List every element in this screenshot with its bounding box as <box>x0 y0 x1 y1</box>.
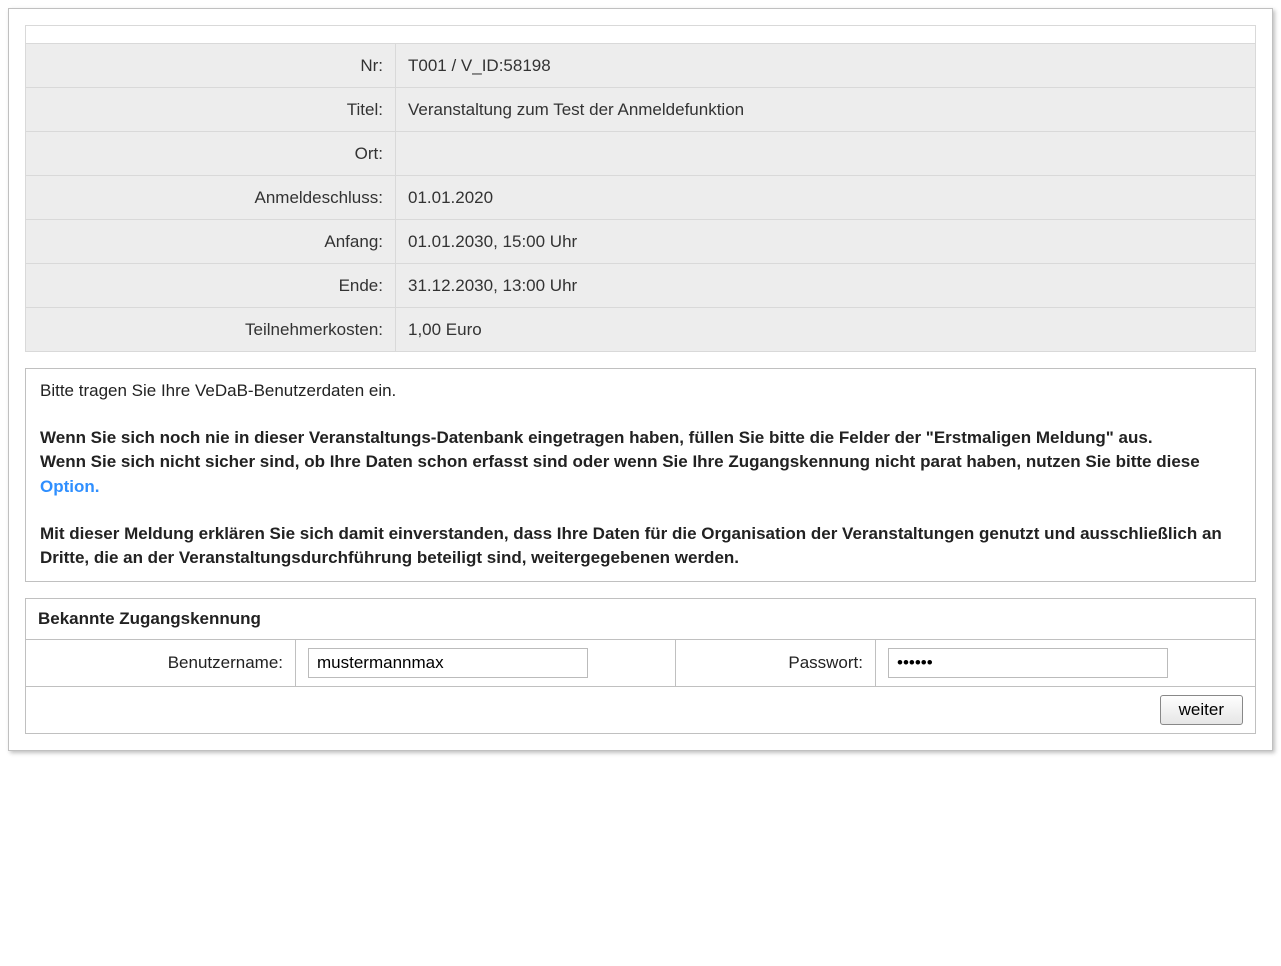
label-ort: Ort: <box>26 132 396 176</box>
value-anfang: 01.01.2030, 15:00 Uhr <box>396 220 1256 264</box>
info-para2-pre: Wenn Sie sich nicht sicher sind, ob Ihre… <box>40 452 1200 471</box>
label-nr: Nr: <box>26 44 396 88</box>
password-input[interactable] <box>888 648 1168 678</box>
weiter-button[interactable]: weiter <box>1160 695 1243 725</box>
value-anmeldeschluss: 01.01.2020 <box>396 176 1256 220</box>
info-intro: Bitte tragen Sie Ihre VeDaB-Benutzerdate… <box>40 379 1241 404</box>
value-teilnehmerkosten: 1,00 Euro <box>396 308 1256 352</box>
value-titel: Veranstaltung zum Test der Anmeldefunkti… <box>396 88 1256 132</box>
login-section-title: Bekannte Zugangskennung <box>26 598 1256 639</box>
label-titel: Titel: <box>26 88 396 132</box>
value-ort <box>396 132 1256 176</box>
label-password: Passwort: <box>676 639 876 686</box>
value-nr: T001 / V_ID:58198 <box>396 44 1256 88</box>
label-teilnehmerkosten: Teilnehmerkosten: <box>26 308 396 352</box>
label-anmeldeschluss: Anmeldeschluss: <box>26 176 396 220</box>
login-table: Bekannte Zugangskennung Benutzername: Pa… <box>25 598 1256 734</box>
details-header-spacer <box>26 26 1256 44</box>
label-ende: Ende: <box>26 264 396 308</box>
event-details-table: Nr: T001 / V_ID:58198 Titel: Veranstaltu… <box>25 25 1256 352</box>
info-para1: Wenn Sie sich noch nie in dieser Veranst… <box>40 428 1153 447</box>
username-input[interactable] <box>308 648 588 678</box>
label-anfang: Anfang: <box>26 220 396 264</box>
label-username: Benutzername: <box>26 639 296 686</box>
info-para3: Mit dieser Meldung erklären Sie sich dam… <box>40 522 1241 571</box>
main-panel: Nr: T001 / V_ID:58198 Titel: Veranstaltu… <box>8 8 1273 751</box>
value-ende: 31.12.2030, 13:00 Uhr <box>396 264 1256 308</box>
info-box: Bitte tragen Sie Ihre VeDaB-Benutzerdate… <box>25 368 1256 582</box>
option-link[interactable]: Option. <box>40 477 99 496</box>
